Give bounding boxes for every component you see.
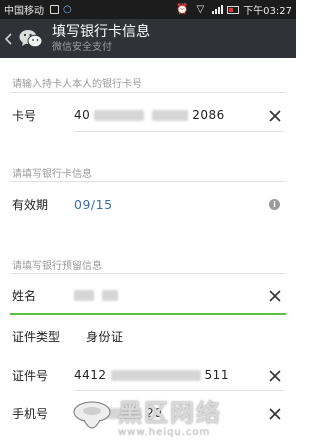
battery-icon xyxy=(227,5,240,14)
id-type-value[interactable]: 身份证 xyxy=(86,328,124,345)
masked-name xyxy=(74,290,94,301)
name-label: 姓名 xyxy=(12,288,37,303)
close-icon xyxy=(269,370,281,382)
title-bar: 填写银行卡信息 微信安全支付 xyxy=(0,19,296,58)
card-number-hint: 请输入持卡人本人的银行卡号 xyxy=(12,79,142,90)
card-number-row: 卡号 40 2086 xyxy=(0,95,296,135)
masked-name xyxy=(102,290,118,301)
section-divider xyxy=(10,273,286,274)
expiry-label: 有效期 xyxy=(12,197,49,212)
status-bar: 中国移动 ○ ⏰ ▽ 下午03:27 xyxy=(0,0,296,19)
card-number-start: 40 xyxy=(74,108,91,122)
card-number-input[interactable]: 40 2086 xyxy=(74,108,225,122)
expiry-row[interactable]: 有效期 09/15 i xyxy=(0,184,296,224)
id-number-input[interactable]: 4412 511 xyxy=(74,368,229,382)
close-icon xyxy=(269,110,281,122)
watermark-title: 黑区网络 xyxy=(118,398,222,427)
masked-digits xyxy=(152,110,189,121)
name-input[interactable] xyxy=(74,288,122,302)
watermark: 黑区网络 www.heiqu.com xyxy=(70,394,292,442)
alarm-icon: ⏰ xyxy=(176,4,189,15)
carrier-name: 中国移动 xyxy=(4,6,44,17)
phone-label: 手机号 xyxy=(12,406,49,421)
notification-icon xyxy=(50,5,59,14)
section-divider xyxy=(10,181,286,182)
expiry-value[interactable]: 09/15 xyxy=(74,197,113,212)
watermark-url: www.heiqu.com xyxy=(118,426,211,438)
card-number-end: 2086 xyxy=(192,108,225,122)
name-underline-focused xyxy=(10,313,286,315)
card-number-underline xyxy=(74,131,284,132)
card-info-hint: 请填写银行卡信息 xyxy=(12,169,92,180)
id-number-end: 511 xyxy=(204,368,229,382)
watermark-logo-icon xyxy=(73,401,111,429)
id-number-underline xyxy=(74,390,284,391)
section-divider xyxy=(10,92,286,93)
clear-card-number-button[interactable] xyxy=(268,108,282,122)
qq-icon: ○ xyxy=(63,4,72,15)
close-icon xyxy=(269,290,281,302)
masked-digits xyxy=(94,110,145,121)
id-type-label: 证件类型 xyxy=(12,329,61,344)
signal-icon xyxy=(212,5,224,14)
masked-digits xyxy=(110,370,201,381)
clear-name-button[interactable] xyxy=(268,288,282,302)
page-subtitle: 微信安全支付 xyxy=(52,41,112,53)
id-number-start: 4412 xyxy=(74,368,107,382)
wifi-icon: ▽ xyxy=(196,4,205,15)
id-type-row[interactable]: 证件类型 身份证 xyxy=(0,316,296,356)
page-title: 填写银行卡信息 xyxy=(52,23,150,40)
wechat-icon xyxy=(19,29,43,47)
back-button[interactable] xyxy=(2,19,16,58)
reserved-info-hint: 请填写银行预留信息 xyxy=(12,261,102,272)
clear-id-number-button[interactable] xyxy=(268,368,282,382)
back-arrow-icon xyxy=(5,32,12,45)
info-icon[interactable]: i xyxy=(269,198,280,210)
id-number-row: 证件号 4412 511 xyxy=(0,355,296,395)
card-number-label: 卡号 xyxy=(12,108,37,123)
name-row: 姓名 xyxy=(0,275,296,315)
id-number-label: 证件号 xyxy=(12,368,49,383)
clock: 下午03:27 xyxy=(243,6,292,17)
